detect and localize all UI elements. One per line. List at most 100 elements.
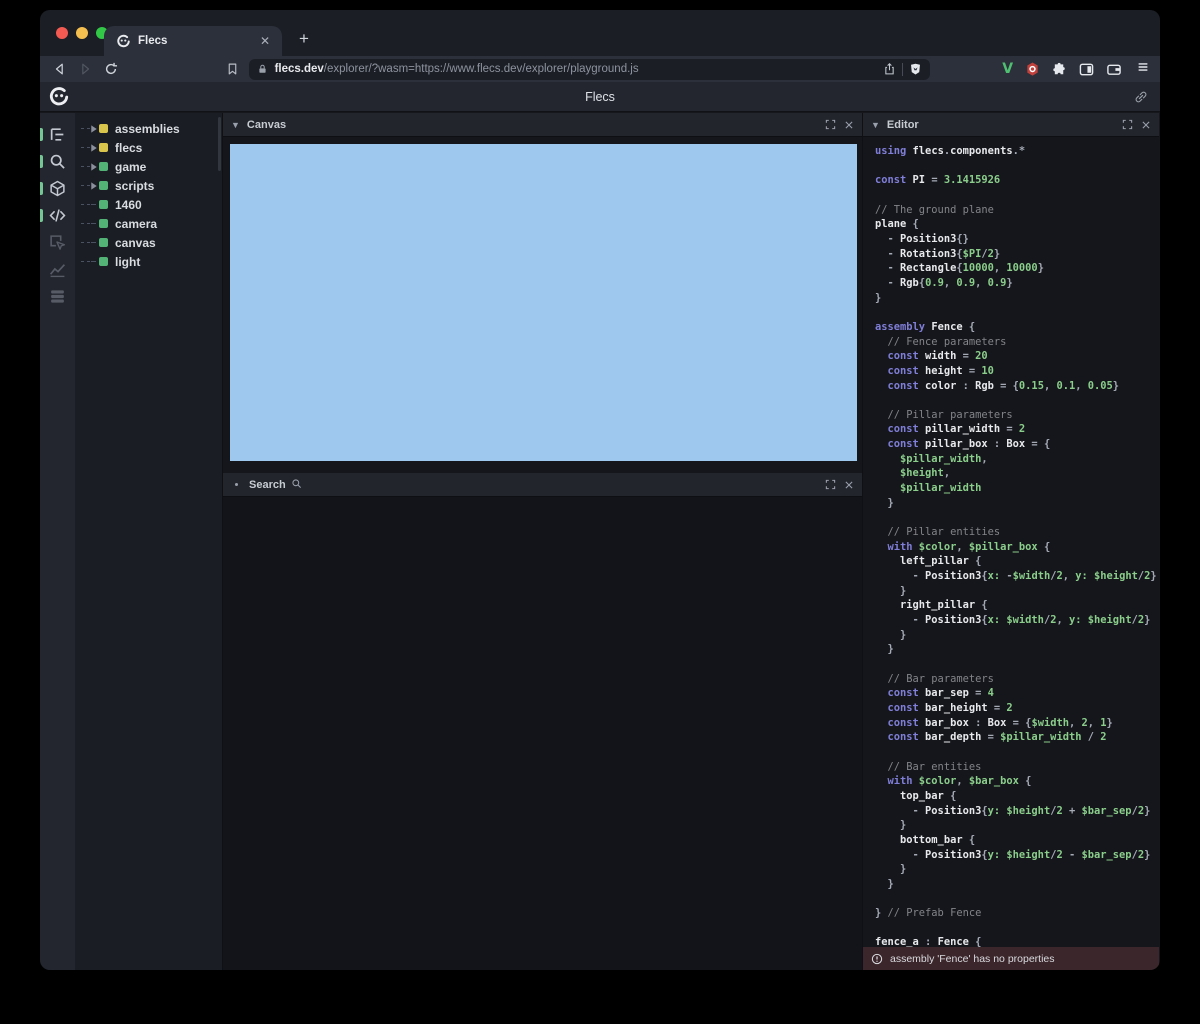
browser-toolbar: flecs.dev /explorer/?wasm=https://www.fl… — [40, 56, 1160, 82]
code-line: with $color, $bar_box { — [875, 774, 1159, 789]
code-line — [875, 921, 1159, 936]
rail-item-inspect[interactable] — [40, 229, 75, 256]
wallet-icon[interactable] — [1106, 62, 1122, 77]
expand-icon[interactable] — [825, 119, 836, 130]
code-line: // Fence parameters — [875, 335, 1159, 350]
code-line: } — [875, 877, 1159, 892]
menu-icon[interactable] — [1136, 60, 1150, 79]
rail-item-tree[interactable] — [40, 121, 75, 148]
expand-icon[interactable] — [1122, 119, 1133, 130]
entity-type-square — [99, 162, 108, 171]
extensions-puzzle-icon[interactable] — [1052, 62, 1067, 77]
rail-item-search[interactable] — [40, 148, 75, 175]
tab-close-icon[interactable]: ✕ — [256, 34, 274, 48]
code-icon — [49, 207, 66, 224]
close-window-button[interactable] — [56, 27, 68, 39]
new-tab-button[interactable]: + — [292, 28, 316, 52]
code-line — [875, 510, 1159, 525]
code-line: const bar_depth = $pillar_width / 2 — [875, 730, 1159, 745]
window-controls — [56, 27, 108, 39]
tree-item-light[interactable]: light — [75, 252, 222, 271]
code-line — [875, 745, 1159, 760]
canvas-panel-body — [223, 137, 862, 473]
back-icon[interactable] — [50, 60, 70, 78]
code-line: // Pillar parameters — [875, 408, 1159, 423]
code-line: right_pillar { — [875, 598, 1159, 613]
url-path: /explorer/?wasm=https://www.flecs.dev/ex… — [324, 63, 883, 75]
search-panel-body[interactable] — [223, 497, 862, 970]
minimize-window-button[interactable] — [76, 27, 88, 39]
tree-item-game[interactable]: ▶game — [75, 157, 222, 176]
entity-tree-panel: ▶ assemblies ▶flecs▶game▶scripts1460 camera… — [75, 113, 222, 970]
code-line: const color : Rgb = {0.15, 0.1, 0.05} — [875, 379, 1159, 394]
tree-icon — [49, 126, 66, 143]
sidebar-icon[interactable] — [1079, 62, 1094, 77]
chevron-right-icon[interactable]: ▶ — [81, 124, 99, 133]
entity-type-square — [99, 143, 108, 152]
code-line: } — [875, 642, 1159, 657]
flecs-logo-icon[interactable] — [48, 86, 70, 108]
code-line: // Pillar entities — [875, 525, 1159, 540]
chevron-right-icon[interactable]: ▶ — [81, 162, 99, 171]
share-icon[interactable] — [883, 62, 896, 76]
flecs-favicon-icon — [116, 34, 131, 49]
close-icon[interactable] — [844, 120, 854, 130]
scene-canvas[interactable] — [230, 144, 857, 461]
tree-item-canvas[interactable]: canvas — [75, 233, 222, 252]
tree-item-label: camera — [115, 217, 157, 231]
code-line: with $color, $pillar_box { — [875, 540, 1159, 555]
red-hexagon-extension-icon[interactable] — [1025, 61, 1040, 77]
code-line: - Position3{y: $height/2 - $bar_sep/2} — [875, 848, 1159, 863]
reload-icon[interactable] — [101, 60, 121, 78]
tree-item-camera[interactable]: camera — [75, 214, 222, 233]
code-line: const bar_height = 2 — [875, 701, 1159, 716]
scrollbar[interactable] — [218, 117, 221, 171]
code-line: assembly Fence { — [875, 320, 1159, 335]
code-line: const bar_sep = 4 — [875, 686, 1159, 701]
tab-title: Flecs — [138, 35, 256, 47]
tree-item-flecs[interactable]: ▶flecs — [75, 138, 222, 157]
active-indicator — [40, 155, 43, 168]
search-icon — [49, 153, 66, 170]
collapsed-dot-icon[interactable] — [235, 483, 238, 486]
url-bar[interactable]: flecs.dev /explorer/?wasm=https://www.fl… — [249, 59, 931, 80]
tree-item-assemblies[interactable]: ▶ assemblies — [75, 119, 222, 138]
browser-tab[interactable]: Flecs ✕ — [104, 26, 282, 56]
code-line: - Position3{} — [875, 232, 1159, 247]
tree-item-label: assemblies — [115, 122, 180, 136]
code-line: plane { — [875, 217, 1159, 232]
code-line: } — [875, 818, 1159, 833]
cube-icon — [49, 180, 66, 197]
close-icon[interactable] — [1141, 120, 1151, 130]
permalink-icon[interactable] — [1134, 90, 1148, 104]
tree-item-scripts[interactable]: ▶scripts — [75, 176, 222, 195]
code-editor[interactable]: using flecs.components.* const PI = 3.14… — [863, 137, 1159, 947]
chevron-right-icon[interactable]: ▶ — [81, 143, 99, 152]
code-line: } — [875, 496, 1159, 511]
code-line: bottom_bar { — [875, 833, 1159, 848]
code-line: - Position3{x: -$width/2, y: $height/2} — [875, 569, 1159, 584]
tree-item-1460[interactable]: 1460 — [75, 195, 222, 214]
chevron-down-icon[interactable]: ▼ — [231, 120, 240, 130]
close-icon[interactable] — [844, 480, 854, 490]
code-line: - Position3{x: $width/2, y: $height/2} — [875, 613, 1159, 628]
expand-icon[interactable] — [825, 479, 836, 490]
vue-devtools-icon[interactable]: V — [1002, 61, 1013, 77]
tree-item-label: light — [115, 255, 140, 269]
rail-item-chart[interactable] — [40, 256, 75, 283]
search-panel-header: Search — [223, 473, 862, 497]
icon-rail — [40, 113, 75, 970]
canvas-panel-header: ▼ Canvas — [223, 113, 862, 137]
code-line: // The ground plane — [875, 203, 1159, 218]
chevron-down-icon[interactable]: ▼ — [871, 120, 880, 130]
code-line: top_bar { — [875, 789, 1159, 804]
bookmark-icon[interactable] — [223, 60, 243, 78]
code-line: - Rotation3{$PI/2} — [875, 247, 1159, 262]
rail-item-cube[interactable] — [40, 175, 75, 202]
chevron-right-icon[interactable]: ▶ — [81, 181, 99, 190]
rail-item-rows[interactable] — [40, 283, 75, 310]
code-line: // Bar entities — [875, 760, 1159, 775]
code-line — [875, 393, 1159, 408]
rail-item-code[interactable] — [40, 202, 75, 229]
brave-shield-icon[interactable] — [909, 62, 922, 76]
